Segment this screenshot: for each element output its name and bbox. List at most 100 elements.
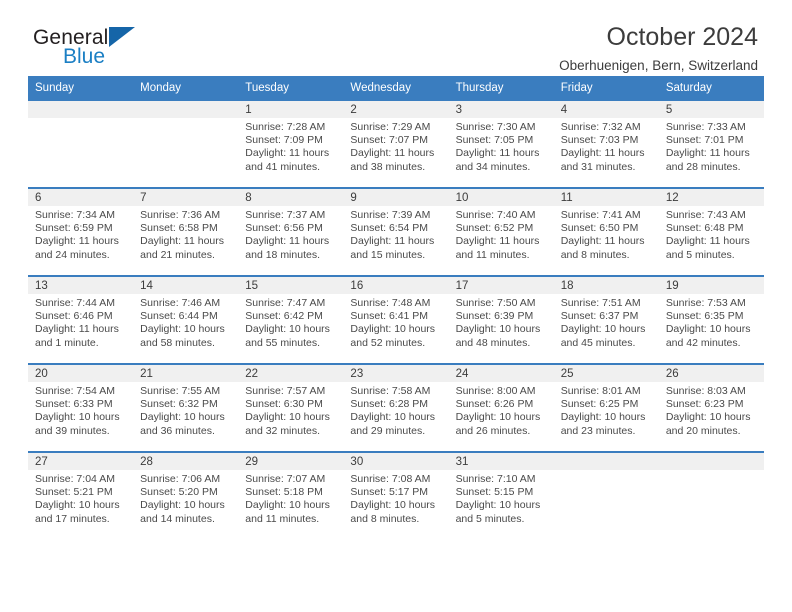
sunset-time: Sunset: 6:59 PM <box>35 222 113 235</box>
day-cell-content[interactable]: 24 Sunrise: 8:00 AM Sunset: 6:26 PM Dayligh… <box>448 365 554 451</box>
sunrise-time: Sunrise: 7:53 AM <box>665 297 746 309</box>
day-number: 4 <box>553 101 659 118</box>
day-cell-content[interactable]: 23 Sunrise: 7:58 AM Sunset: 6:28 PM Dayligh… <box>343 365 449 451</box>
sunrise-time: Sunrise: 7:36 AM <box>140 209 221 221</box>
calendar-header-row: Sunday Monday Tuesday Wednesday Thursday… <box>28 76 764 100</box>
day-cell-content[interactable]: 16 Sunrise: 7:48 AM Sunset: 6:41 PM Dayligh… <box>343 277 449 363</box>
day-cell-content[interactable]: 25 Sunrise: 8:01 AM Sunset: 6:25 PM Dayligh… <box>553 365 659 451</box>
day-sun-info: Sunrise: 7:53 AM Sunset: 6:35 PM Daylight:… <box>659 294 764 350</box>
daylight-duration-line2: and 38 minutes. <box>350 160 426 173</box>
day-cell-content[interactable]: 10 Sunrise: 7:40 AM Sunset: 6:52 PM Dayligh… <box>448 189 554 275</box>
day-cell-content[interactable]: 22 Sunrise: 7:57 AM Sunset: 6:30 PM Dayligh… <box>238 365 344 451</box>
daylight-duration-line1: Daylight: 10 hours <box>350 499 436 512</box>
day-cell-content[interactable]: 29 Sunrise: 7:07 AM Sunset: 5:18 PM Dayligh… <box>238 453 344 539</box>
day-cell-content[interactable]: 18 Sunrise: 7:51 AM Sunset: 6:37 PM Dayligh… <box>553 277 659 363</box>
sunset-time: Sunset: 7:07 PM <box>350 134 429 147</box>
calendar-day-cell: 14 Sunrise: 7:46 AM Sunset: 6:44 PM Dayligh… <box>133 275 239 364</box>
day-cell-content[interactable]: 2 Sunrise: 7:29 AM Sunset: 7:07 PM Daylight… <box>343 101 449 187</box>
daylight-duration-line2: and 36 minutes. <box>140 424 215 437</box>
daylight-duration-line2: and 42 minutes. <box>665 336 741 349</box>
sunrise-time: Sunrise: 7:33 AM <box>665 121 746 133</box>
calendar-day-cell: 11 Sunrise: 7:41 AM Sunset: 6:50 PM Dayligh… <box>553 187 659 276</box>
day-number: 16 <box>343 277 449 294</box>
day-cell-content[interactable]: 7 Sunrise: 7:36 AM Sunset: 6:58 PM Daylight… <box>133 189 239 275</box>
calendar-day-cell: 27 Sunrise: 7:04 AM Sunset: 5:21 PM Dayligh… <box>28 451 134 539</box>
day-cell-content[interactable]: 14 Sunrise: 7:46 AM Sunset: 6:44 PM Dayligh… <box>133 277 239 363</box>
day-cell-content[interactable]: 4 Sunrise: 7:32 AM Sunset: 7:03 PM Daylight… <box>553 101 659 187</box>
daylight-duration-line2: and 23 minutes. <box>560 424 636 437</box>
day-number: 19 <box>658 277 764 294</box>
calendar-day-cell: 10 Sunrise: 7:40 AM Sunset: 6:52 PM Dayligh… <box>448 187 554 276</box>
sunset-time: Sunset: 6:28 PM <box>350 398 429 411</box>
sunset-time: Sunset: 7:09 PM <box>245 134 323 147</box>
daylight-duration-line1: Daylight: 10 hours <box>350 323 436 336</box>
day-number: 13 <box>28 277 134 294</box>
sunset-time: Sunset: 5:17 PM <box>350 486 429 499</box>
day-cell-content[interactable]: 17 Sunrise: 7:50 AM Sunset: 6:39 PM Dayligh… <box>448 277 554 363</box>
day-sun-info: Sunrise: 7:51 AM Sunset: 6:37 PM Daylight:… <box>554 294 659 350</box>
day-cell-content[interactable]: 28 Sunrise: 7:06 AM Sunset: 5:20 PM Dayligh… <box>133 453 239 539</box>
day-sun-info: Sunrise: 7:55 AM Sunset: 6:32 PM Daylight:… <box>133 382 238 438</box>
sunset-time: Sunset: 6:44 PM <box>140 310 218 323</box>
sunset-time: Sunset: 5:20 PM <box>140 486 218 499</box>
day-cell-content <box>28 101 134 187</box>
day-cell-content[interactable]: 15 Sunrise: 7:47 AM Sunset: 6:42 PM Dayligh… <box>238 277 344 363</box>
day-cell-content[interactable]: 26 Sunrise: 8:03 AM Sunset: 6:23 PM Dayligh… <box>658 365 764 451</box>
page-subtitle: Oberhuenigen, Bern, Switzerland <box>559 58 758 73</box>
day-sun-info: Sunrise: 7:36 AM Sunset: 6:58 PM Daylight:… <box>133 206 238 262</box>
daylight-duration-line1: Daylight: 10 hours <box>560 323 646 336</box>
calendar-week-row: 13 Sunrise: 7:44 AM Sunset: 6:46 PM Dayligh… <box>28 275 764 364</box>
sunrise-time: Sunrise: 7:55 AM <box>140 385 221 397</box>
day-cell-content[interactable]: 1 Sunrise: 7:28 AM Sunset: 7:09 PM Daylight… <box>238 101 344 187</box>
calendar-day-cell: 25 Sunrise: 8:01 AM Sunset: 6:25 PM Dayligh… <box>553 363 659 452</box>
day-sun-info: Sunrise: 7:34 AM Sunset: 6:59 PM Daylight:… <box>28 206 133 262</box>
calendar-day-cell: 5 Sunrise: 7:33 AM Sunset: 7:01 PM Daylight… <box>658 99 764 188</box>
day-sun-info: Sunrise: 7:07 AM Sunset: 5:18 PM Daylight:… <box>238 470 343 526</box>
day-cell-content[interactable]: 13 Sunrise: 7:44 AM Sunset: 6:46 PM Dayligh… <box>28 277 134 363</box>
calendar-day-cell: 18 Sunrise: 7:51 AM Sunset: 6:37 PM Dayligh… <box>553 275 659 364</box>
sunset-time: Sunset: 6:58 PM <box>140 222 218 235</box>
sunrise-time: Sunrise: 7:10 AM <box>455 473 536 485</box>
day-number: 30 <box>343 453 449 470</box>
sunset-time: Sunset: 7:05 PM <box>455 134 534 147</box>
weekday-header-tuesday: Tuesday <box>238 76 344 100</box>
day-sun-info: Sunrise: 7:33 AM Sunset: 7:01 PM Daylight:… <box>659 118 764 174</box>
daylight-duration-line2: and 55 minutes. <box>245 336 320 349</box>
day-number: 27 <box>28 453 134 470</box>
sunset-time: Sunset: 6:37 PM <box>560 310 639 323</box>
daylight-duration-line1: Daylight: 10 hours <box>140 499 225 512</box>
day-sun-info: Sunrise: 7:08 AM Sunset: 5:17 PM Daylight:… <box>343 470 448 526</box>
calendar-day-cell: 31 Sunrise: 7:10 AM Sunset: 5:15 PM Dayligh… <box>448 451 554 539</box>
day-number: 23 <box>343 365 449 382</box>
day-number: 15 <box>238 277 344 294</box>
sunrise-time: Sunrise: 7:51 AM <box>560 297 641 309</box>
sunrise-time: Sunrise: 7:41 AM <box>560 209 641 221</box>
day-cell-content[interactable]: 11 Sunrise: 7:41 AM Sunset: 6:50 PM Dayligh… <box>553 189 659 275</box>
day-cell-content[interactable]: 12 Sunrise: 7:43 AM Sunset: 6:48 PM Dayligh… <box>658 189 764 275</box>
day-cell-content[interactable]: 30 Sunrise: 7:08 AM Sunset: 5:17 PM Dayligh… <box>343 453 449 539</box>
day-cell-content[interactable]: 5 Sunrise: 7:33 AM Sunset: 7:01 PM Daylight… <box>658 101 764 187</box>
day-cell-content[interactable]: 9 Sunrise: 7:39 AM Sunset: 6:54 PM Daylight… <box>343 189 449 275</box>
day-cell-content[interactable]: 31 Sunrise: 7:10 AM Sunset: 5:15 PM Dayligh… <box>448 453 554 539</box>
day-cell-content[interactable]: 19 Sunrise: 7:53 AM Sunset: 6:35 PM Dayligh… <box>658 277 764 363</box>
daylight-duration-line2: and 39 minutes. <box>35 424 110 437</box>
sunrise-time: Sunrise: 7:47 AM <box>245 297 326 309</box>
daylight-duration-line1: Daylight: 10 hours <box>245 323 330 336</box>
day-cell-content[interactable]: 8 Sunrise: 7:37 AM Sunset: 6:56 PM Daylight… <box>238 189 344 275</box>
day-cell-content[interactable]: 20 Sunrise: 7:54 AM Sunset: 6:33 PM Dayligh… <box>28 365 134 451</box>
sunrise-time: Sunrise: 7:58 AM <box>350 385 431 397</box>
sunrise-time: Sunrise: 8:00 AM <box>455 385 536 397</box>
daylight-duration-line1: Daylight: 10 hours <box>245 499 330 512</box>
sunset-time: Sunset: 7:01 PM <box>665 134 744 147</box>
daylight-duration-line2: and 29 minutes. <box>350 424 426 437</box>
calendar-day-cell: 12 Sunrise: 7:43 AM Sunset: 6:48 PM Dayligh… <box>658 187 764 276</box>
daylight-duration-line1: Daylight: 10 hours <box>560 411 646 424</box>
day-sun-info: Sunrise: 7:47 AM Sunset: 6:42 PM Daylight:… <box>238 294 343 350</box>
day-cell-content[interactable]: 21 Sunrise: 7:55 AM Sunset: 6:32 PM Dayligh… <box>133 365 239 451</box>
day-cell-content[interactable]: 6 Sunrise: 7:34 AM Sunset: 6:59 PM Daylight… <box>28 189 134 275</box>
general-blue-logo[interactable]: General Blue <box>33 26 243 74</box>
day-cell-content[interactable]: 3 Sunrise: 7:30 AM Sunset: 7:05 PM Daylight… <box>448 101 554 187</box>
day-cell-content[interactable]: 27 Sunrise: 7:04 AM Sunset: 5:21 PM Dayligh… <box>28 453 134 539</box>
day-sun-info: Sunrise: 7:40 AM Sunset: 6:52 PM Daylight:… <box>449 206 554 262</box>
daylight-duration-line1: Daylight: 10 hours <box>35 411 120 424</box>
